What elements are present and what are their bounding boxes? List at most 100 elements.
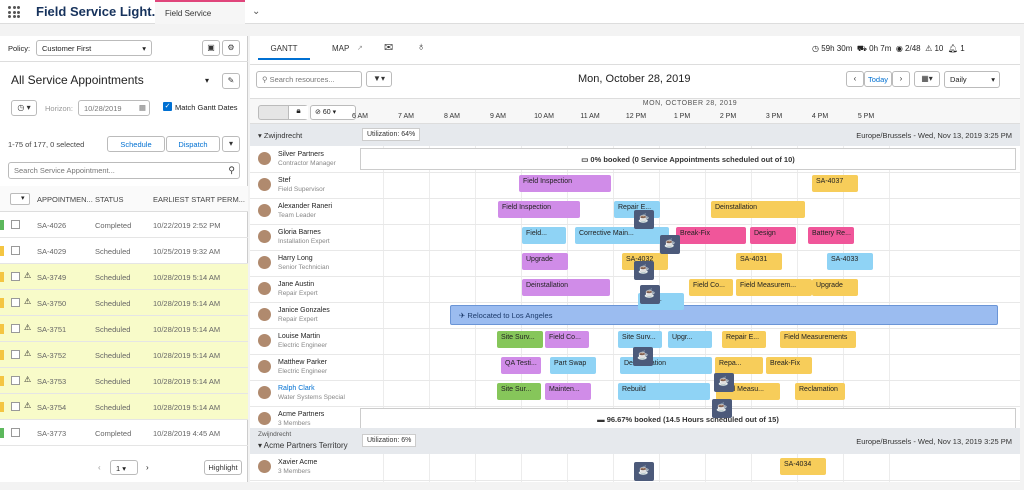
appointment-bar[interactable]: Field Inspection [519, 175, 611, 192]
resource-name[interactable]: Xavier Acme [278, 459, 317, 466]
appointment-bar[interactable]: Break-Fix [676, 227, 746, 244]
resource-name[interactable]: Harry Long [278, 255, 313, 262]
appointment-bar[interactable]: Field Inspection [498, 201, 580, 218]
list-item[interactable]: ⚠ SA-3751 Scheduled 10/28/2019 5:14 AM [0, 316, 248, 342]
resource-name[interactable]: Ralph Clark [278, 385, 315, 392]
row-checkbox[interactable] [11, 220, 20, 229]
appointment-bar[interactable]: Break-Fix [766, 357, 812, 374]
gear-icon[interactable]: ⚙ [222, 40, 240, 56]
appointment-bar[interactable]: Part Swap [550, 357, 596, 374]
resource-row[interactable]: Harry Long Senior Technician [256, 250, 356, 276]
appointment-id[interactable]: SA-3751 [37, 325, 66, 334]
appointment-bar[interactable]: Deinstallation [522, 279, 610, 296]
appointment-bar[interactable]: Upgrade [812, 279, 858, 296]
resource-row[interactable]: Ralph Clark Water Systems Special [256, 380, 356, 406]
row-checkbox[interactable] [11, 324, 20, 333]
appointment-bar[interactable]: Upgr... [668, 331, 712, 348]
view-select[interactable]: Daily ▾ [944, 71, 1000, 88]
today-button[interactable]: Today [864, 71, 892, 87]
resource-row[interactable]: Matthew Parker Electric Engineer [256, 354, 356, 380]
appointment-bar[interactable]: Design [750, 227, 796, 244]
appointment-bar[interactable]: Rebuild [618, 383, 710, 400]
appointment-id[interactable]: SA-4026 [37, 221, 66, 230]
appointment-bar[interactable]: Repair E... [722, 331, 766, 348]
schedule-button[interactable]: Schedule [107, 136, 165, 152]
policy-select[interactable]: Customer First ▾ [36, 40, 152, 56]
tab-gantt[interactable]: GANTT [258, 44, 310, 60]
row-checkbox[interactable] [11, 350, 20, 359]
appointment-bar[interactable]: Site Surv... [497, 331, 543, 348]
appointment-id[interactable]: SA-3749 [37, 273, 66, 282]
lightbulb-icon[interactable]: ♁ [417, 41, 425, 53]
page-select[interactable]: 1 ▾ [110, 460, 138, 475]
resource-name[interactable]: Stef [278, 177, 290, 184]
appointment-bar[interactable]: Upgrade [522, 253, 568, 270]
row-checkbox[interactable] [11, 402, 20, 411]
coffee-break-icon[interactable]: ☕ [712, 399, 732, 418]
list-item[interactable]: SA-4029 Scheduled 10/25/2019 9:32 AM [0, 238, 248, 264]
appointment-bar[interactable]: Site Surv... [618, 331, 662, 348]
clock-icon[interactable]: ◷ ▾ [11, 100, 37, 116]
list-item[interactable]: ⚠ SA-3754 Scheduled 10/28/2019 5:14 AM [0, 394, 248, 420]
resource-name[interactable]: Matthew Parker [278, 359, 327, 366]
edit-icon[interactable]: ✎ [222, 73, 240, 89]
list-item[interactable]: ⚠ SA-3752 Scheduled 10/28/2019 5:14 AM [0, 342, 248, 368]
appointment-bar[interactable]: Field Co... [689, 279, 733, 296]
appointment-bar[interactable]: Repa... [715, 357, 763, 374]
highlight-button[interactable]: Highlight [204, 460, 242, 475]
coffee-break-icon[interactable]: ☕ [714, 373, 734, 392]
appointment-bar[interactable]: Reclamation [795, 383, 845, 400]
coffee-break-icon[interactable]: ☕ [634, 210, 654, 229]
resource-name[interactable]: Janice Gonzales [278, 307, 330, 314]
resource-name[interactable]: Alexander Raneri [278, 203, 332, 210]
appointment-bar[interactable]: SA-4033 [827, 253, 873, 270]
coffee-break-icon[interactable]: ☕ [660, 235, 680, 254]
resource-row[interactable]: Xavier Acme 3 Members [256, 454, 356, 480]
column-status[interactable]: STATUS [95, 195, 123, 204]
resource-name[interactable]: Louise Martin [278, 333, 320, 340]
list-item[interactable]: SA-3773 Completed 10/28/2019 4:45 AM [0, 420, 248, 446]
resource-name[interactable]: Acme Partners [278, 411, 324, 418]
filter-icon[interactable]: ▼▾ [366, 71, 392, 87]
coffee-break-icon[interactable]: ☕ [634, 462, 654, 481]
resource-name[interactable]: Jane Austin [278, 281, 314, 288]
appointment-bar[interactable]: Battery Re... [808, 227, 854, 244]
resource-name[interactable]: Gloria Barnes [278, 229, 321, 236]
appointment-bar[interactable]: Field Measurements [780, 331, 856, 348]
resource-row[interactable]: Silver Partners Contractor Manager [256, 146, 356, 172]
match-gantt-checkbox[interactable]: ✓ [163, 102, 172, 111]
chevron-down-icon[interactable]: ⌄ [252, 6, 260, 17]
resource-row[interactable]: Alexander Raneri Team Leader [256, 198, 356, 224]
appointment-id[interactable]: SA-3754 [37, 403, 66, 412]
row-checkbox[interactable] [11, 272, 20, 281]
resource-row[interactable]: Janice Gonzales Repair Expert [256, 302, 356, 328]
dispatch-button[interactable]: Dispatch [166, 136, 220, 152]
resource-row[interactable]: Louise Martin Electric Engineer [256, 328, 356, 354]
appointment-bar[interactable]: Field Measurem... [736, 279, 812, 296]
appointment-bar[interactable]: QA Testi... [501, 357, 541, 374]
appointment-bar[interactable]: Site Sur... [497, 383, 541, 400]
column-earliest-start[interactable]: EARLIEST START PERM... [153, 195, 245, 204]
next-page-icon[interactable]: › [146, 463, 149, 472]
relocation-bar[interactable]: ✈ Relocated to Los Angeles [450, 305, 998, 325]
resource-search-input[interactable]: ⚲ Search resources... [256, 71, 362, 88]
appointment-id[interactable]: SA-3773 [37, 429, 66, 438]
horizon-date-input[interactable]: 10/28/2019 ▦ [78, 100, 150, 116]
appointment-id[interactable]: SA-3750 [37, 299, 66, 308]
resource-name[interactable]: Silver Partners [278, 151, 324, 158]
prev-page-icon[interactable]: ‹ [98, 463, 101, 472]
tab-map[interactable]: MAP [332, 44, 349, 53]
row-checkbox[interactable] [11, 376, 20, 385]
appointment-bar[interactable]: Deinstallation [711, 201, 805, 218]
coffee-break-icon[interactable]: ☕ [640, 285, 660, 304]
row-checkbox[interactable] [11, 298, 20, 307]
toggle-switch[interactable]: 🔒︎ [258, 105, 308, 120]
appointment-id[interactable]: SA-3753 [37, 377, 66, 386]
row-checkbox[interactable] [11, 246, 20, 255]
select-all-checkbox[interactable]: ▾ [10, 193, 30, 205]
list-item[interactable]: ⚠ SA-3750 Scheduled 10/28/2019 5:14 AM [0, 290, 248, 316]
appointment-bar[interactable]: Mainten... [545, 383, 591, 400]
chevron-down-icon[interactable]: ▾ [205, 76, 209, 85]
row-checkbox[interactable] [11, 428, 20, 437]
appointment-id[interactable]: SA-3752 [37, 351, 66, 360]
